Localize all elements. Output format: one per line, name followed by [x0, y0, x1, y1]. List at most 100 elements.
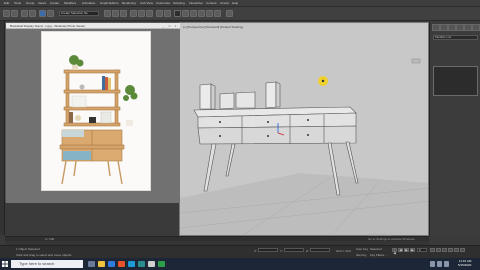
clock-date: 5/15/2020: [458, 263, 472, 267]
auto-key-button[interactable]: Auto Key: [356, 247, 368, 251]
modifier-list-dropdown[interactable]: Modifier List: [433, 35, 478, 40]
maximize-viewport-icon[interactable]: [460, 248, 465, 252]
menu-item[interactable]: Civil View: [140, 1, 153, 5]
teapot-icon[interactable]: [226, 10, 233, 17]
selected-filter[interactable]: Selected: [370, 247, 382, 251]
minimize-icon[interactable]: _: [161, 24, 166, 28]
photo-viewer-window[interactable]: Bookshelf Display Stand - 1.jpg - Window…: [5, 22, 180, 203]
utilities-tab-icon[interactable]: [472, 24, 480, 31]
menu-item[interactable]: Customize: [156, 1, 170, 5]
render-icon[interactable]: [214, 10, 221, 17]
file-explorer-icon[interactable]: [98, 261, 105, 267]
language-icon[interactable]: [444, 261, 449, 267]
pan-icon[interactable]: [442, 248, 447, 252]
menu-item[interactable]: Arnold: [220, 1, 229, 5]
x-coordinate-field[interactable]: [258, 248, 278, 252]
selection-status: 1 Object Selected: [16, 247, 40, 251]
percent-snap-icon[interactable]: [146, 10, 153, 17]
taskbar-search-input[interactable]: Type here to search: [11, 260, 83, 268]
menu-item[interactable]: Group: [26, 1, 34, 5]
rotate-icon[interactable]: [112, 10, 119, 17]
key-filters-button[interactable]: Key Filters...: [370, 253, 387, 257]
menu-item[interactable]: Edit: [4, 1, 9, 5]
close-icon[interactable]: ×: [173, 24, 178, 28]
link-icon[interactable]: [21, 10, 28, 17]
office-icon[interactable]: [118, 261, 125, 267]
photo-canvas: [6, 29, 180, 203]
selection-set-field[interactable]: Create Selection Se: [59, 11, 99, 16]
unlink-icon[interactable]: [29, 10, 36, 17]
menu-item[interactable]: Modifiers: [64, 1, 76, 5]
fov-icon[interactable]: [454, 248, 459, 252]
menu-item[interactable]: Help: [232, 1, 238, 5]
next-frame-icon[interactable]: ▶: [410, 248, 415, 252]
photos-app-icon[interactable]: [148, 261, 155, 267]
windows-activation-watermark: Activate Windows Go to Settings to activ…: [368, 233, 415, 241]
edge-icon[interactable]: [108, 261, 115, 267]
move-icon[interactable]: [104, 10, 111, 17]
material-editor-icon[interactable]: [190, 10, 197, 17]
hierarchy-tab-icon[interactable]: [448, 24, 456, 31]
bookshelf-photo: [41, 31, 151, 191]
z-coordinate-field[interactable]: [310, 248, 330, 252]
prev-frame-icon[interactable]: ◀: [398, 248, 403, 252]
mirror-icon[interactable]: [156, 10, 163, 17]
menu-item[interactable]: Content: [206, 1, 217, 5]
task-view-icon[interactable]: [88, 261, 95, 267]
command-panel: Modifier List: [429, 22, 480, 236]
speaker-left-side: [210, 83, 216, 110]
y-coordinate-field[interactable]: [284, 248, 304, 252]
menu-item[interactable]: Graph Editors: [100, 1, 119, 5]
menu-item[interactable]: Create: [50, 1, 59, 5]
zoom-all-icon[interactable]: [436, 248, 441, 252]
modifier-stack[interactable]: [433, 66, 478, 96]
zoom-icon[interactable]: [430, 248, 435, 252]
align-icon[interactable]: [164, 10, 171, 17]
redo-icon[interactable]: [11, 10, 18, 17]
current-frame-field[interactable]: 0: [417, 248, 427, 252]
render-setup-icon[interactable]: [198, 10, 205, 17]
select-object-icon[interactable]: [39, 10, 46, 17]
max-app-icon[interactable]: [138, 261, 145, 267]
snap-icon[interactable]: [130, 10, 137, 17]
set-key-button[interactable]: Set Key: [356, 253, 367, 257]
network-icon[interactable]: [430, 261, 435, 267]
menu-item[interactable]: Scripting: [173, 1, 185, 5]
undo-icon[interactable]: [3, 10, 10, 17]
angle-snap-icon[interactable]: [138, 10, 145, 17]
taskbar-clock[interactable]: 11:16 AM 5/15/2020: [458, 259, 471, 267]
menu-item[interactable]: Animation: [82, 1, 95, 5]
menu-item[interactable]: Interactive: [189, 1, 203, 5]
create-tab-icon[interactable]: [432, 24, 440, 31]
render-frame-icon[interactable]: [206, 10, 213, 17]
max-window: Edit Tools Group Views Create Modifiers …: [0, 0, 480, 258]
orbit-icon[interactable]: [448, 248, 453, 252]
speaker-right: [265, 81, 277, 109]
display-tab-icon[interactable]: [464, 24, 472, 31]
menu-item[interactable]: Rendering: [122, 1, 136, 5]
excel-icon[interactable]: [158, 261, 165, 267]
perspective-viewport[interactable]: [+] [Perspective] [Standard] [Default Sh…: [179, 22, 429, 236]
photo-viewer-title: Bookshelf Display Stand - 1.jpg - Window…: [10, 24, 86, 28]
windows-start-icon[interactable]: [1, 260, 9, 268]
box-small: [219, 92, 235, 110]
motion-tab-icon[interactable]: [456, 24, 464, 31]
activation-line-2: Go to Settings to activate Windows.: [368, 237, 416, 241]
bookshelf-illustration: [59, 55, 138, 185]
maximize-icon[interactable]: □: [167, 24, 172, 28]
modify-tab-icon[interactable]: [440, 24, 448, 31]
viewport-label[interactable]: [+] [Perspective] [Standard] [Default Sh…: [183, 25, 243, 29]
scale-icon[interactable]: [120, 10, 127, 17]
menu-item[interactable]: Tools: [14, 1, 21, 5]
layer-icon[interactable]: [174, 10, 181, 17]
goto-start-icon[interactable]: |◀: [392, 248, 397, 255]
volume-icon[interactable]: [437, 261, 442, 267]
select-by-name-icon[interactable]: [47, 10, 54, 17]
menu-item[interactable]: Views: [38, 1, 46, 5]
play-icon[interactable]: ▶: [404, 248, 409, 252]
main-toolbar: Create Selection Se: [0, 7, 480, 21]
store-icon[interactable]: [128, 261, 135, 267]
viewport-scene: [180, 58, 428, 235]
status-bar: 1 Object Selected Click and drag to sele…: [0, 245, 480, 258]
curve-editor-icon[interactable]: [182, 10, 189, 17]
